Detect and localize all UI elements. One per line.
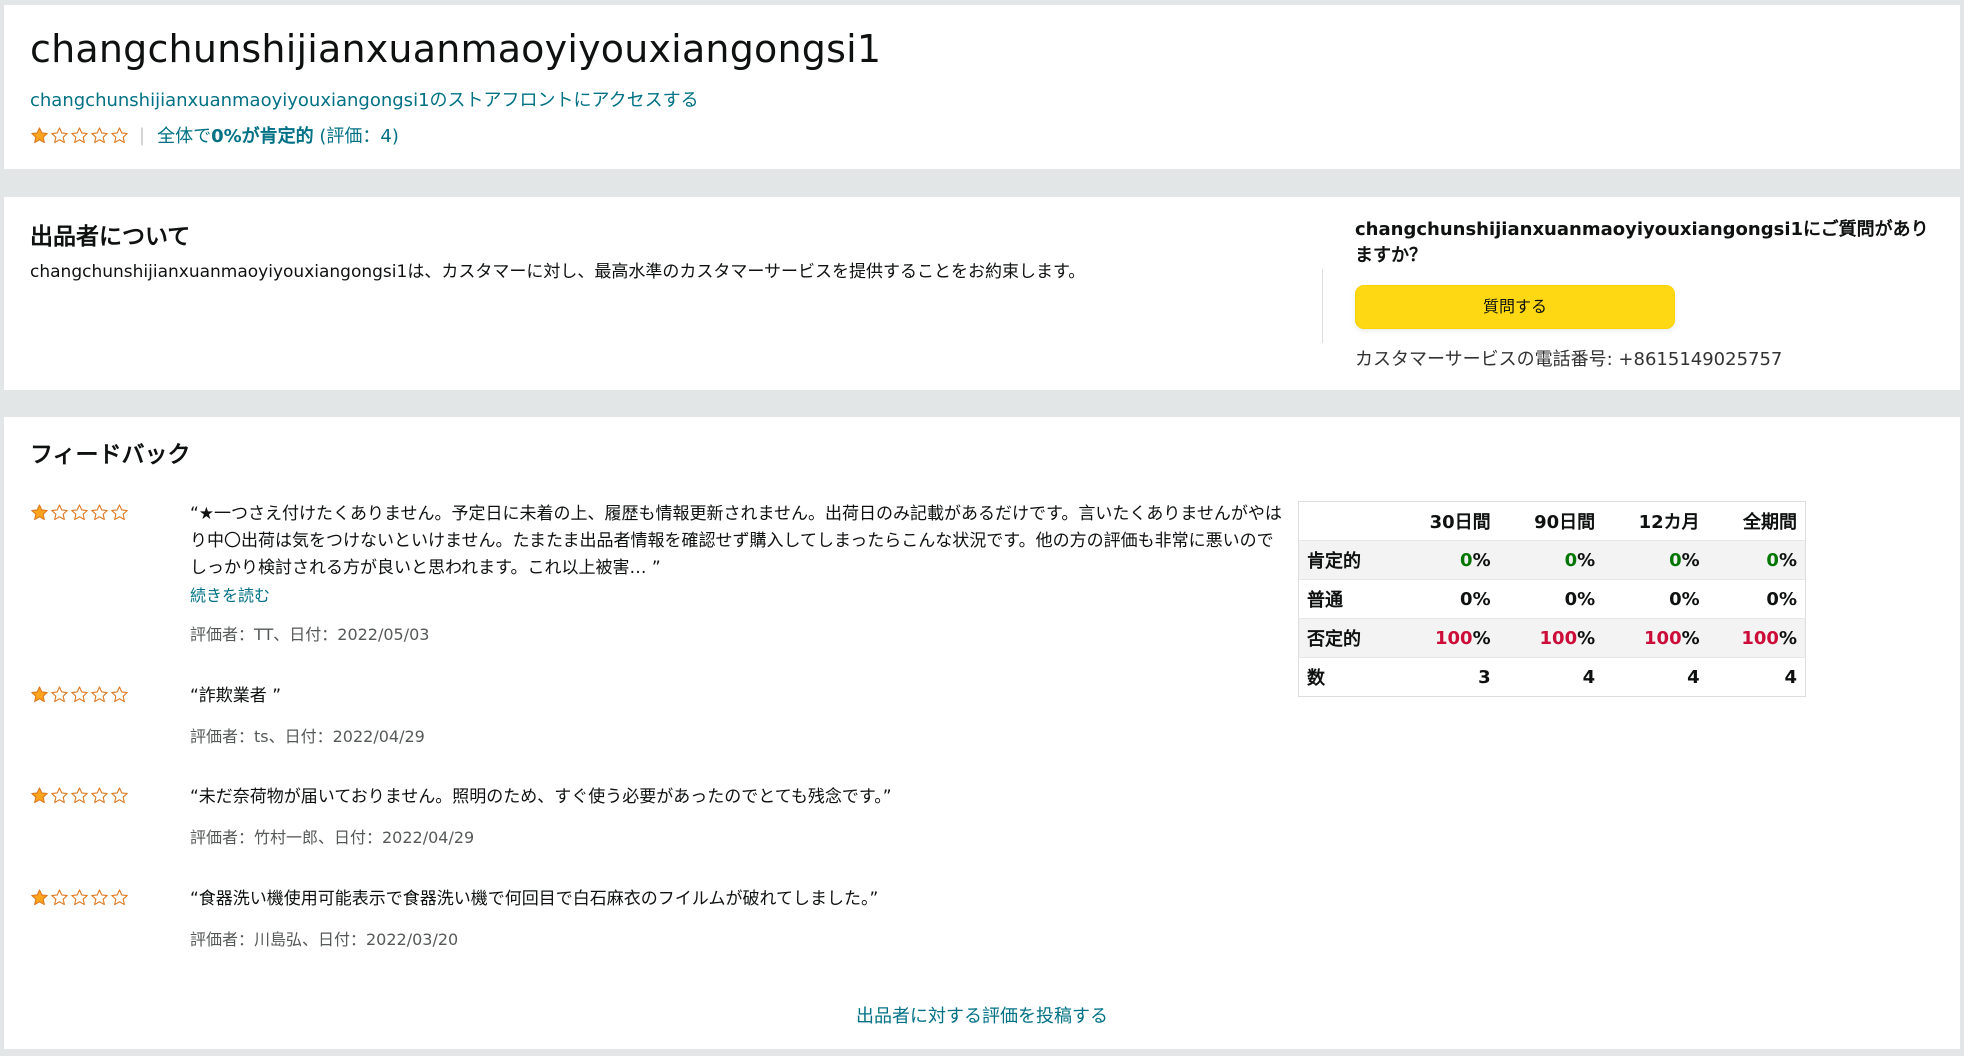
table-cell: 4 — [1687, 666, 1700, 688]
star-empty-icon — [51, 126, 68, 143]
rating-prefix: 全体で — [157, 126, 212, 147]
table-cell: 0% — [1498, 540, 1604, 580]
table-cell: 100% — [1498, 618, 1604, 658]
review-meta: 評価者：ts、日付：2022/04/29 — [190, 727, 425, 746]
star-empty-icon — [71, 889, 88, 906]
star-empty-icon — [91, 686, 108, 703]
table-row-label: 普通 — [1298, 579, 1395, 619]
review-meta: 評価者：川島弘、日付：2022/03/20 — [190, 930, 459, 949]
table-row: 普通 0% 0% 0% 0% — [1298, 579, 1806, 619]
star-empty-icon — [111, 126, 128, 143]
review-text: “★一つさえ付けたくありません。予定日に未着の上、履歴も情報更新されません。出荷… — [190, 504, 1282, 578]
ask-question-heading: changchunshijianxuanmaoyiyouxiangongsi1に… — [1355, 219, 1929, 266]
storefront-link[interactable]: changchunshijianxuanmaoyiyouxiangongsi1の… — [30, 86, 699, 112]
star-empty-icon — [91, 126, 108, 143]
table-row: 否定的 100% 100% 100% 100% — [1298, 618, 1806, 658]
star-filled-icon — [31, 889, 48, 906]
table-header-cell: 全期間 — [1707, 501, 1806, 541]
rating-count: (評価：4) — [319, 126, 399, 147]
table-cell: 4 — [1582, 666, 1596, 688]
rating-summary: | 全体で0%が肯定的 (評価：4) — [30, 122, 399, 148]
review-meta: 評価者：TT、日付：2022/05/03 — [190, 625, 430, 644]
star-empty-icon — [111, 787, 128, 804]
table-row-label: 数 — [1307, 668, 1325, 689]
read-more-link[interactable]: 続きを読む — [190, 582, 270, 606]
star-filled-icon — [31, 126, 48, 143]
table-cell: 0% — [1498, 579, 1604, 619]
review-stars — [30, 685, 129, 704]
rating-stars — [30, 126, 129, 145]
star-empty-icon — [51, 686, 68, 703]
table-header-row: 30日間 90日間 12カ月 全期間 — [1298, 501, 1806, 541]
star-empty-icon — [51, 504, 68, 521]
table-cell: 0% — [1394, 579, 1499, 619]
table-row: 肯定的 0% 0% 0% 0% — [1298, 540, 1806, 580]
star-empty-icon — [71, 504, 88, 521]
table-cell: 0% — [1603, 540, 1708, 580]
review-item: “★一つさえ付けたくありません。予定日に未着の上、履歴も情報更新されません。出荷… — [30, 501, 1282, 651]
review-item: “詐欺業者 ” 評価者：ts、日付：2022/04/29 — [30, 683, 1280, 753]
star-empty-icon — [91, 504, 108, 521]
feedback-section: フィードバック “★一つさえ付けたくありません。予定日に未着の上、履歴も情報更新… — [4, 417, 1960, 1049]
feedback-title: フィードバック — [30, 442, 191, 468]
table-cell: 0% — [1707, 579, 1806, 619]
store-name: changchunshijianxuanmaoyiyouxiangongsi1 — [30, 27, 882, 71]
table-cell: 100% — [1603, 618, 1708, 658]
about-seller-section: 出品者について changchunshijianxuanmaoyiyouxian… — [4, 197, 1960, 390]
review-item: “食器洗い機使用可能表示で食器洗い機で何回目で白石麻衣のフイルムが破れてしました… — [30, 886, 1280, 956]
vertical-divider — [1322, 269, 1323, 343]
customer-service-phone: カスタマーサービスの電話番号: +8615149025757 — [1355, 349, 1783, 370]
table-header-cell: 90日間 — [1498, 501, 1604, 541]
table-header-cell: 30日間 — [1394, 501, 1499, 541]
star-empty-icon — [71, 787, 88, 804]
about-description: changchunshijianxuanmaoyiyouxiangongsi1は… — [30, 262, 1086, 282]
review-item: “未だ奈荷物が届いておりません。照明のため、すぐ使う必要があったのでとても残念で… — [30, 784, 1280, 854]
review-meta: 評価者：竹村一郎、日付：2022/04/29 — [190, 828, 475, 847]
star-filled-icon — [31, 686, 48, 703]
review-text: “食器洗い機使用可能表示で食器洗い機で何回目で白石麻衣のフイルムが破れてしました… — [190, 889, 879, 909]
star-empty-icon — [71, 686, 88, 703]
table-cell: 0% — [1603, 579, 1708, 619]
review-text: “未だ奈荷物が届いておりません。照明のため、すぐ使う必要があったのでとても残念で… — [190, 787, 892, 807]
rating-summary-link[interactable]: 全体で0%が肯定的 (評価：4) — [157, 122, 399, 148]
star-empty-icon — [111, 504, 128, 521]
review-text: “詐欺業者 ” — [190, 686, 282, 706]
star-empty-icon — [111, 889, 128, 906]
table-cell: 0% — [1394, 540, 1499, 580]
table-row-label: 否定的 — [1298, 618, 1395, 658]
table-cell: 3 — [1478, 666, 1491, 688]
table-cell: 4 — [1784, 666, 1797, 688]
table-cell: 0% — [1707, 540, 1806, 580]
seller-header: changchunshijianxuanmaoyiyouxiangongsi1 … — [4, 5, 1960, 169]
review-stars — [30, 786, 129, 805]
star-filled-icon — [31, 787, 48, 804]
star-empty-icon — [111, 686, 128, 703]
table-header-cell — [1298, 501, 1395, 541]
star-empty-icon — [51, 889, 68, 906]
star-empty-icon — [91, 889, 108, 906]
table-body: 肯定的 0% 0% 0% 0% 普通 0% 0% 0% 0% 否定的 100% 100% 100% 100%… — [1298, 540, 1806, 697]
divider: | — [139, 124, 146, 146]
about-title: 出品者について — [30, 224, 191, 250]
table-cell: 100% — [1394, 618, 1499, 658]
leave-feedback-link[interactable]: 出品者に対する評価を投稿する — [4, 1002, 1960, 1028]
review-stars — [30, 503, 129, 522]
star-empty-icon — [51, 787, 68, 804]
table-row-label: 肯定的 — [1298, 540, 1395, 580]
table-cell: 100% — [1707, 618, 1806, 658]
star-filled-icon — [31, 504, 48, 521]
table-header-cell: 12カ月 — [1603, 501, 1708, 541]
star-empty-icon — [71, 126, 88, 143]
feedback-summary-table: 30日間 90日間 12カ月 全期間 肯定的 0% 0% 0% 0% 普通 0% 0% 0% 0%… — [1298, 501, 1806, 697]
ask-question-button[interactable]: 質問する — [1355, 285, 1675, 329]
table-row: 数 3 4 4 4 — [1299, 658, 1806, 697]
review-stars — [30, 888, 129, 907]
star-empty-icon — [91, 787, 108, 804]
rating-positive: 0%が肯定的 — [211, 126, 314, 147]
